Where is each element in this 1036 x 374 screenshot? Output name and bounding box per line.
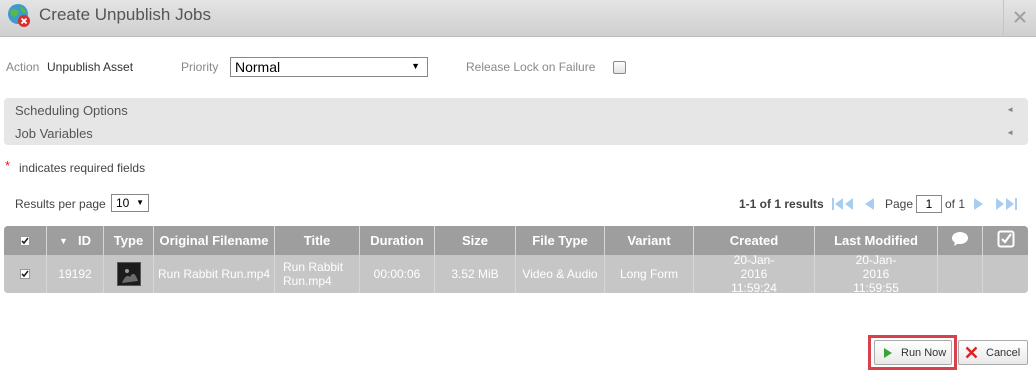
results-per-page-select[interactable]: 10 ▼	[111, 194, 149, 212]
table-header-row: ▼ ID Type Original Filename Title Durati…	[4, 226, 1028, 255]
cell-title: Run Rabbit Run.mp4	[275, 255, 360, 293]
caret-left-icon: ◄	[1006, 105, 1014, 114]
cell-file-type: Video & Audio	[516, 255, 605, 293]
results-summary: 1-1 of 1 results	[739, 197, 824, 211]
cell-selection	[983, 255, 1028, 293]
video-thumbnail-icon	[116, 262, 141, 286]
action-label: Action	[6, 60, 40, 74]
column-header-original-filename[interactable]: Original Filename	[154, 226, 275, 255]
dialog-title: Create Unpublish Jobs	[39, 5, 211, 24]
release-lock-checkbox[interactable]	[613, 61, 626, 74]
priority-selected-value: Normal	[235, 59, 281, 75]
column-header-variant[interactable]: Variant	[605, 226, 694, 255]
sort-desc-icon: ▼	[59, 235, 68, 246]
globe-remove-icon	[7, 3, 31, 27]
column-header-size[interactable]: Size	[435, 226, 516, 255]
caret-down-icon: ▼	[136, 198, 144, 207]
cancel-label: Cancel	[986, 346, 1021, 359]
speech-bubble-icon	[951, 231, 969, 250]
action-value: Unpublish Asset	[47, 60, 134, 74]
checkmark-icon	[20, 269, 30, 279]
page-total-label: of 1	[945, 197, 966, 211]
column-header-id[interactable]: ▼ ID	[47, 226, 104, 255]
table-row[interactable]: 19192 Run Rabbit Run.mp4 Run Rabbit Run.…	[4, 253, 1028, 293]
cell-variant: Long Form	[605, 255, 694, 293]
jobs-table: ▼ ID Type Original Filename Title Durati…	[4, 226, 1028, 293]
release-lock-label: Release Lock on Failure	[466, 60, 596, 74]
page-number-input[interactable]: 1	[916, 195, 942, 213]
first-page-icon[interactable]	[831, 196, 855, 212]
dialog-titlebar: Create Unpublish Jobs	[0, 0, 1036, 37]
cell-original-filename: Run Rabbit Run.mp4	[154, 255, 275, 293]
run-now-label: Run Now	[901, 346, 947, 359]
column-header-comments[interactable]	[938, 226, 983, 255]
column-header-selection[interactable]	[983, 226, 1028, 255]
previous-page-icon[interactable]	[862, 196, 876, 212]
caret-down-icon: ▼	[411, 61, 420, 71]
checkbox-checked-icon	[997, 230, 1015, 251]
cell-duration: 00:00:06	[360, 255, 435, 293]
column-header-title[interactable]: Title	[275, 226, 360, 255]
caret-left-icon: ◄	[1006, 128, 1014, 137]
cell-last-modified: 20-Jan-2016 11:59:55	[815, 253, 938, 293]
close-red-icon	[965, 346, 978, 359]
results-per-page-value: 10	[116, 196, 130, 210]
accordion-label: Job Variables	[15, 126, 93, 141]
accordion-scheduling-options[interactable]: Scheduling Options ◄	[4, 99, 1028, 121]
next-page-icon[interactable]	[972, 196, 986, 212]
accordion-label: Scheduling Options	[15, 103, 128, 118]
run-now-button[interactable]: Run Now	[874, 340, 952, 365]
select-all-checkbox[interactable]	[4, 226, 47, 255]
column-header-file-type[interactable]: File Type	[516, 226, 605, 255]
results-per-page-label: Results per page	[15, 197, 106, 211]
close-button[interactable]	[1003, 0, 1036, 37]
cell-comments	[938, 255, 983, 293]
options-accordion: Scheduling Options ◄ Job Variables ◄	[4, 98, 1028, 145]
column-header-last-modified[interactable]: Last Modified	[815, 226, 938, 255]
row-checkbox[interactable]	[4, 255, 47, 293]
cell-size: 3.52 MiB	[435, 255, 516, 293]
required-note: indicates required fields	[19, 161, 146, 175]
close-icon	[1014, 10, 1026, 28]
cell-type	[104, 255, 154, 293]
column-header-type[interactable]: Type	[104, 226, 154, 255]
priority-select[interactable]: Normal ▼	[230, 57, 428, 77]
required-star: *	[5, 158, 11, 173]
checkmark-icon	[20, 235, 30, 246]
accordion-job-variables[interactable]: Job Variables ◄	[4, 122, 1028, 144]
priority-label: Priority	[181, 60, 219, 74]
play-icon	[883, 347, 893, 359]
column-header-created[interactable]: Created	[694, 226, 815, 255]
cell-created: 20-Jan-2016 11:59:24	[694, 253, 815, 293]
page-label: Page	[885, 197, 914, 211]
last-page-icon[interactable]	[994, 196, 1018, 212]
cancel-button[interactable]: Cancel	[958, 340, 1028, 365]
cell-id: 19192	[47, 255, 104, 293]
column-header-duration[interactable]: Duration	[360, 226, 435, 255]
